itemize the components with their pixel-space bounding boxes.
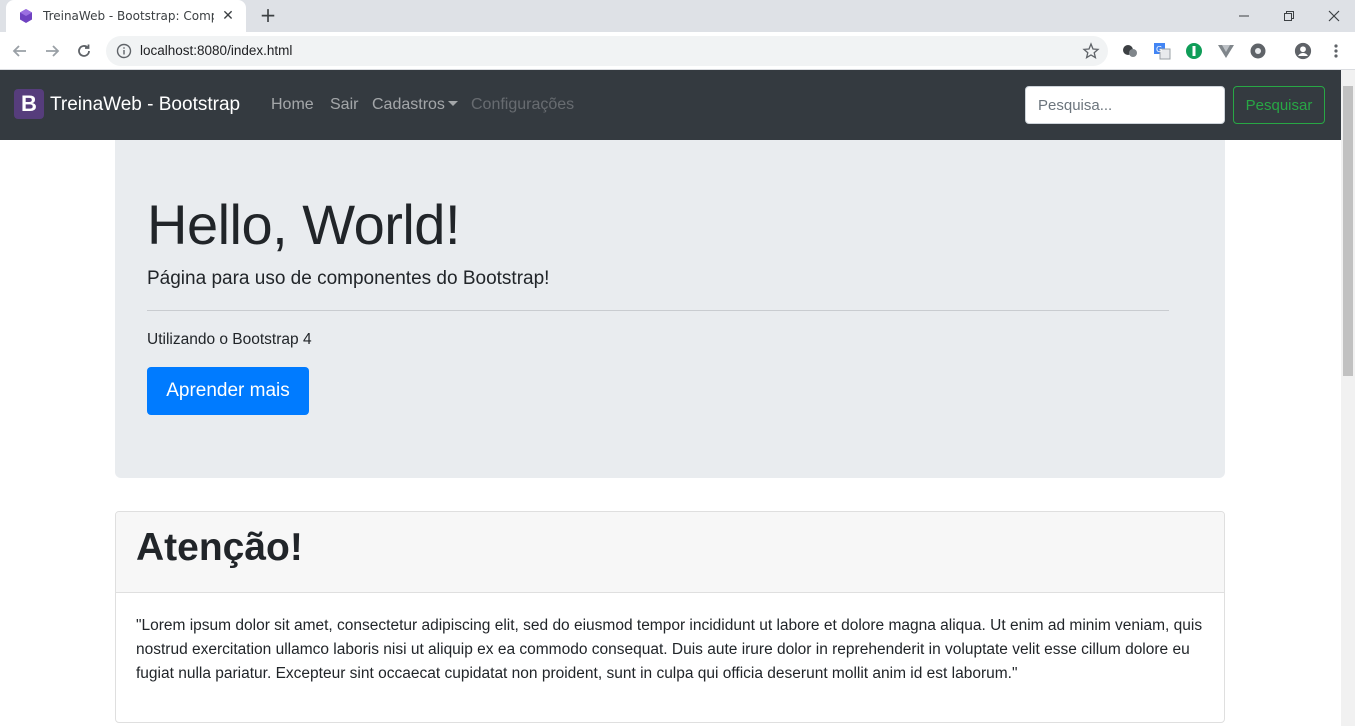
browser-toolbar: localhost:8080/index.html G — [0, 32, 1355, 70]
star-icon[interactable] — [1082, 42, 1100, 60]
url-text: localhost:8080/index.html — [140, 43, 293, 58]
browser-tab[interactable]: TreinaWeb - Bootstrap: Componentes ✕ — [6, 0, 246, 32]
nav-link-configuracoes: Configurações — [471, 96, 575, 113]
translate-icon[interactable]: G — [1153, 42, 1171, 60]
film-extension-icon[interactable] — [1249, 42, 1267, 60]
nav-dropdown-label: Cadastros — [372, 96, 445, 113]
jumbotron: Hello, World! Página para uso de compone… — [115, 140, 1225, 478]
close-icon[interactable]: ✕ — [220, 8, 236, 24]
green-extension-icon[interactable] — [1185, 42, 1203, 60]
alert-card: Atenção! "Lorem ipsum dolor sit amet, co… — [115, 511, 1225, 723]
bootstrap-favicon-icon — [20, 9, 32, 23]
forward-arrow-icon[interactable] — [40, 39, 64, 63]
caret-down-icon — [447, 100, 458, 106]
nav-dropdown-cadastros[interactable]: Cadastros — [372, 96, 458, 114]
close-window-icon[interactable] — [1311, 0, 1355, 32]
reload-icon[interactable] — [72, 39, 96, 63]
vue-extension-icon[interactable] — [1217, 42, 1235, 60]
jumbotron-lead: Página para uso de componentes do Bootst… — [147, 268, 550, 289]
browser-tabstrip: TreinaWeb - Bootstrap: Componentes ✕ + — [0, 0, 1355, 32]
nav-link-home[interactable]: Home — [271, 96, 314, 114]
plus-icon[interactable]: + — [256, 4, 280, 28]
navbar-brand[interactable]: TreinaWeb - Bootstrap — [50, 94, 240, 116]
back-arrow-icon[interactable] — [8, 39, 32, 63]
divider — [147, 310, 1169, 311]
jumbotron-title: Hello, World! — [147, 193, 461, 256]
svg-text:G: G — [1156, 45, 1162, 54]
tab-title: TreinaWeb - Bootstrap: Componentes — [43, 9, 214, 23]
scrollbar-thumb[interactable] — [1343, 86, 1353, 376]
card-header: Atenção! — [116, 512, 1224, 593]
account-icon[interactable] — [1294, 42, 1312, 60]
bootstrap-logo-icon[interactable]: B — [14, 89, 44, 119]
more-vert-icon[interactable] — [1327, 42, 1345, 60]
search-button[interactable]: Pesquisar — [1233, 86, 1325, 124]
restore-icon[interactable] — [1266, 0, 1312, 32]
info-icon[interactable] — [116, 43, 132, 59]
search-input[interactable] — [1025, 86, 1225, 124]
nav-link-sair[interactable]: Sair — [330, 96, 358, 114]
jumbotron-text: Utilizando o Bootstrap 4 — [147, 331, 312, 348]
page-viewport: B TreinaWeb - Bootstrap Home Sair Cadast… — [0, 70, 1341, 726]
extension-icon[interactable] — [1121, 42, 1139, 60]
card-body-text: "Lorem ipsum dolor sit amet, consectetur… — [136, 617, 1203, 682]
page-scrollbar[interactable] — [1341, 70, 1355, 726]
navbar: B TreinaWeb - Bootstrap Home Sair Cadast… — [0, 70, 1341, 140]
card-title: Atenção! — [136, 526, 303, 569]
address-bar[interactable]: localhost:8080/index.html — [106, 36, 1108, 66]
learn-more-button[interactable]: Aprender mais — [147, 367, 309, 415]
minimize-icon[interactable] — [1221, 0, 1267, 32]
